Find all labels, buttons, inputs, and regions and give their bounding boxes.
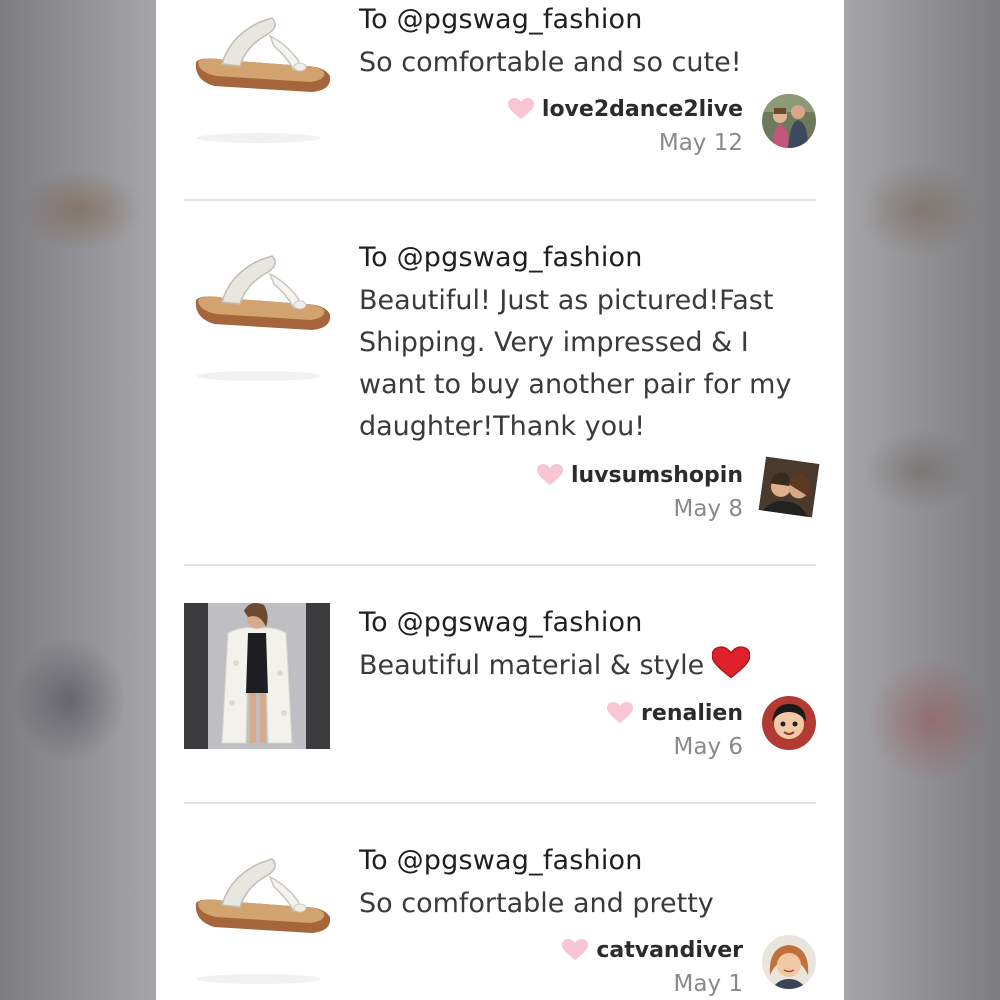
red-heart-emoji-icon [712, 646, 751, 679]
reviewer-username[interactable]: renalien [641, 701, 743, 726]
lace-kimono-icon [184, 603, 330, 749]
review-text-row: Beautiful material & style [359, 645, 819, 687]
review-text: So comfortable and pretty [359, 888, 714, 919]
sandal-icon [195, 17, 330, 143]
review-user-row: renalien [607, 698, 743, 728]
review-text: So comfortable and so cute! [359, 47, 742, 78]
review-recipient: To @pgswag_fashion [359, 607, 643, 638]
review-text: Beautiful! Just as pictured!Fast Shippin… [359, 285, 792, 442]
review-recipient: To @pgswag_fashion [359, 845, 643, 876]
reviewer-username[interactable]: luvsumshopin [571, 463, 743, 488]
like-heart-icon[interactable] [536, 464, 563, 486]
product-thumbnail-kimono[interactable] [184, 603, 330, 749]
like-heart-icon[interactable] [507, 98, 534, 120]
reviews-panel[interactable]: To @pgswag_fashion So comfortable and so… [156, 0, 844, 1000]
like-heart-icon[interactable] [607, 702, 634, 724]
review-date: May 8 [673, 496, 744, 522]
review-text: Beautiful material & style [359, 650, 705, 681]
reviewer-avatar[interactable] [758, 456, 820, 518]
review-date: May 6 [673, 734, 744, 760]
divider [184, 199, 816, 201]
like-heart-icon[interactable] [562, 939, 589, 961]
review-recipient: To @pgswag_fashion [359, 4, 643, 35]
product-thumbnail-sandal[interactable] [184, 238, 330, 384]
review-user-row: luvsumshopin [536, 460, 743, 490]
review-user-row: love2dance2live [507, 94, 743, 124]
reviewer-username[interactable]: love2dance2live [542, 97, 743, 122]
reviewer-avatar[interactable] [762, 94, 816, 148]
sandal-icon [195, 255, 330, 381]
reviewer-username[interactable]: catvandiver [596, 938, 743, 963]
divider [184, 802, 816, 804]
reviewer-avatar[interactable] [762, 696, 816, 750]
product-thumbnail-sandal[interactable] [184, 841, 330, 987]
reviewer-avatar[interactable] [762, 935, 816, 989]
review-recipient: To @pgswag_fashion [359, 242, 643, 273]
review-date: May 12 [658, 130, 743, 156]
review-user-row: catvandiver [562, 935, 743, 965]
product-thumbnail-sandal[interactable] [184, 0, 330, 146]
review-date: May 1 [673, 971, 744, 997]
divider [184, 564, 816, 566]
sandal-icon [195, 858, 330, 984]
